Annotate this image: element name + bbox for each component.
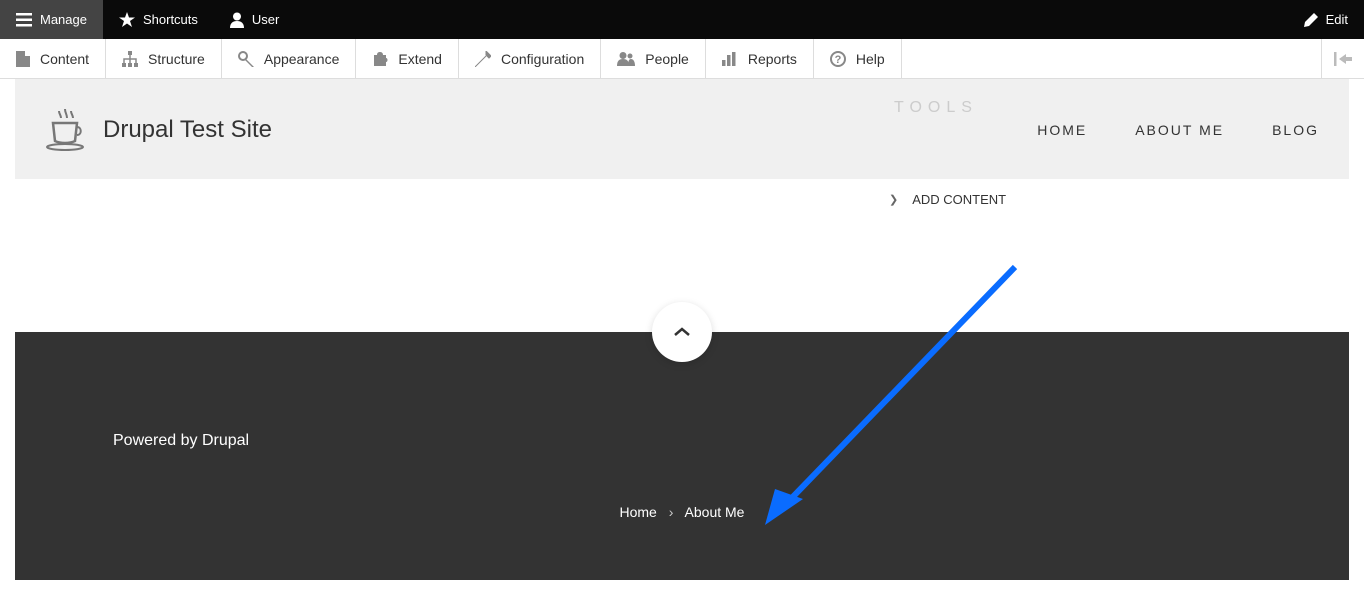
admin-menu-reports[interactable]: Reports [706,39,814,78]
user-label: User [252,12,279,27]
chevron-right-icon: ❯ [889,193,898,206]
manage-label: Manage [40,12,87,27]
edit-button[interactable]: Edit [1288,12,1364,27]
content-label: Content [40,51,89,67]
user-icon [230,12,244,28]
pencil-icon [1304,13,1318,27]
appearance-label: Appearance [264,51,340,67]
site-logo[interactable]: Drupal Test Site [45,109,272,151]
star-icon [119,12,135,28]
manage-button[interactable]: Manage [0,0,103,39]
add-content-label: ADD CONTENT [912,192,1006,207]
admin-menu-structure[interactable]: Structure [106,39,222,78]
extend-icon [372,52,388,66]
reports-label: Reports [748,51,797,67]
help-label: Help [856,51,885,67]
admin-toolbar: Manage Shortcuts User Edit [0,0,1364,39]
shortcuts-button[interactable]: Shortcuts [103,0,214,39]
collapse-icon [1334,52,1352,66]
powered-by-text: Powered by Drupal [113,432,1349,450]
breadcrumb-separator: › [669,504,674,520]
people-label: People [645,51,689,67]
content-area: TOOLS ❯ ADD CONTENT [15,179,1349,332]
structure-label: Structure [148,51,205,67]
tools-sidebar: TOOLS ❯ ADD CONTENT [889,99,1349,207]
site-title: Drupal Test Site [103,116,272,144]
structure-icon [122,51,138,67]
people-icon [617,52,635,66]
edit-label: Edit [1326,12,1348,27]
scroll-to-top-button[interactable] [652,302,712,362]
admin-menu-appearance[interactable]: Appearance [222,39,357,78]
extend-label: Extend [398,51,442,67]
footer: Powered by Drupal Home › About Me [15,332,1349,580]
admin-menu-configuration[interactable]: Configuration [459,39,601,78]
admin-menu-content[interactable]: Content [0,39,106,78]
admin-menu-people[interactable]: People [601,39,706,78]
admin-menu-help[interactable]: ? Help [814,39,902,78]
admin-menu: Content Structure Appearance Extend Conf… [0,39,1364,79]
content-icon [16,51,30,67]
add-content-link[interactable]: ❯ ADD CONTENT [889,192,1349,207]
chevron-up-icon [673,327,691,337]
help-icon: ? [830,51,846,67]
collapse-menu-button[interactable] [1321,39,1364,78]
configuration-label: Configuration [501,51,584,67]
svg-text:?: ? [835,54,842,66]
hamburger-icon [16,13,32,27]
appearance-icon [238,51,254,67]
breadcrumb: Home › About Me [15,504,1349,520]
breadcrumb-current[interactable]: About Me [685,504,745,520]
tools-heading: TOOLS [894,99,1349,117]
coffee-cup-icon [45,109,85,151]
admin-menu-extend[interactable]: Extend [356,39,459,78]
breadcrumb-home[interactable]: Home [620,504,657,520]
shortcuts-label: Shortcuts [143,12,198,27]
configuration-icon [475,51,491,67]
user-button[interactable]: User [214,0,295,39]
reports-icon [722,52,738,66]
